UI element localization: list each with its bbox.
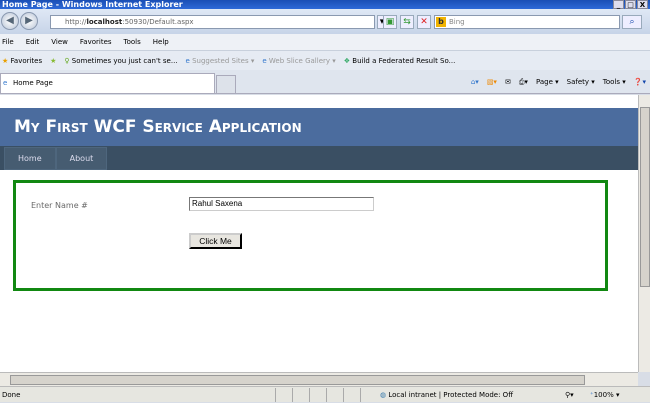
help-icon[interactable]: ❓▾: [634, 75, 646, 89]
page-content: My First WCF Service Application Home Abo…: [0, 95, 638, 372]
forward-button[interactable]: ▶: [20, 12, 38, 30]
star-icon: ★: [2, 56, 9, 65]
status-bar: Done ◍ Local intranet | Protected Mode: …: [0, 386, 650, 402]
bulb-icon: ♀: [64, 56, 70, 65]
safety-menu[interactable]: Safety ▾: [567, 75, 595, 89]
favorite-label: Sometimes you just can't se...: [71, 56, 178, 65]
favorites-label: Favorites: [10, 56, 43, 65]
menu-favorites[interactable]: Favorites: [80, 34, 112, 50]
feeds-icon[interactable]: ▧▾: [487, 75, 497, 89]
refresh-icon[interactable]: ⇆: [400, 15, 414, 29]
favorite-label: Web Slice Gallery ▾: [268, 56, 336, 65]
favorite-link-2[interactable]: e Suggested Sites ▾: [186, 57, 255, 65]
menu-bar: File Edit View Favorites Tools Help: [0, 34, 650, 50]
ie-icon: e: [3, 79, 8, 87]
new-tab-button[interactable]: [216, 75, 236, 94]
nav-home[interactable]: Home: [4, 147, 56, 170]
menu-file[interactable]: File: [2, 34, 14, 50]
nav-about[interactable]: About: [55, 147, 108, 170]
zoom-level: 100%: [593, 391, 614, 399]
name-input[interactable]: Rahul Saxena: [189, 197, 374, 211]
ie-icon: e: [262, 56, 267, 65]
menu-tools[interactable]: Tools: [124, 34, 141, 50]
scroll-thumb[interactable]: [10, 375, 585, 385]
search-placeholder: Bing: [449, 18, 465, 26]
print-icon[interactable]: ⎙▾: [519, 75, 528, 89]
page-title: My First WCF Service Application: [0, 108, 638, 146]
close-button[interactable]: X: [637, 0, 648, 9]
favorites-bar: ★ Favorites ★ ♀ Sometimes you just can't…: [0, 50, 650, 70]
vertical-scrollbar[interactable]: [638, 95, 650, 372]
ie-icon: e: [185, 56, 190, 65]
horizontal-scrollbar[interactable]: [0, 372, 638, 386]
title-bar: Home Page - Windows Internet Explorer _ □…: [0, 0, 650, 9]
status-text: Done: [2, 391, 21, 399]
minimize-button[interactable]: _: [613, 0, 624, 9]
url-prefix: http://: [65, 18, 87, 26]
tab-label: Home Page: [13, 79, 53, 87]
menu-view[interactable]: View: [51, 34, 68, 50]
address-row: ◀ ▶ http://localhost:50930/Default.aspx …: [0, 9, 650, 34]
favorites-button[interactable]: ★ Favorites: [2, 57, 42, 65]
menu-edit[interactable]: Edit: [26, 34, 40, 50]
favorite-link-3[interactable]: e Web Slice Gallery ▾: [262, 57, 335, 65]
stop-icon[interactable]: ✕: [417, 15, 431, 29]
mail-icon[interactable]: ✉: [505, 75, 511, 89]
favorite-label: Suggested Sites ▾: [192, 56, 255, 65]
click-me-button[interactable]: Click Me: [189, 233, 242, 249]
favorite-link-4[interactable]: ❖ Build a Federated Result So...: [344, 57, 456, 65]
form-panel: Enter Name # Rahul Saxena Click Me: [13, 180, 608, 291]
url-path: :50930/Default.aspx: [122, 18, 194, 26]
back-button[interactable]: ◀: [1, 12, 19, 30]
url-host: localhost: [86, 18, 123, 26]
favorite-link-1[interactable]: ♀ Sometimes you just can't se...: [64, 57, 177, 65]
address-bar[interactable]: http://localhost:50930/Default.aspx: [50, 15, 375, 29]
zone-text: Local intranet | Protected Mode: Off: [388, 391, 514, 399]
compatibility-icon[interactable]: ▣: [383, 15, 397, 29]
globe-icon: ◍: [380, 391, 387, 399]
window-title: Home Page - Windows Internet Explorer: [2, 0, 183, 9]
popup-icon[interactable]: ⚲▾: [565, 387, 574, 403]
add-favorite-icon[interactable]: ★: [50, 57, 56, 65]
scroll-thumb[interactable]: [640, 107, 650, 287]
tab-bar: e Home Page ⌂▾ ▧▾ ✉ ⎙▾ Page ▾ Safety ▾ Tools ▾…: [0, 70, 650, 94]
bing-icon: b: [436, 17, 446, 27]
zoom-control[interactable]: ⁺100% ▾: [590, 387, 619, 403]
tools-menu[interactable]: Tools ▾: [603, 75, 626, 89]
command-bar: ⌂▾ ▧▾ ✉ ⎙▾ Page ▾ Safety ▾ Tools ▾ ❓▾: [471, 75, 646, 89]
search-input[interactable]: b Bing: [434, 15, 620, 29]
menu-help[interactable]: Help: [153, 34, 169, 50]
search-icon[interactable]: ⌕: [622, 15, 642, 29]
page-menu[interactable]: Page ▾: [536, 75, 559, 89]
federated-icon: ❖: [343, 56, 351, 65]
home-icon[interactable]: ⌂▾: [471, 75, 479, 89]
enter-name-label: Enter Name #: [31, 201, 88, 210]
tab-home-page[interactable]: e Home Page: [0, 73, 215, 94]
maximize-button[interactable]: □: [625, 0, 636, 9]
favorite-label: Build a Federated Result So...: [352, 56, 456, 65]
security-zone[interactable]: ◍ Local intranet | Protected Mode: Off: [380, 387, 513, 403]
site-nav: Home About: [0, 146, 638, 170]
